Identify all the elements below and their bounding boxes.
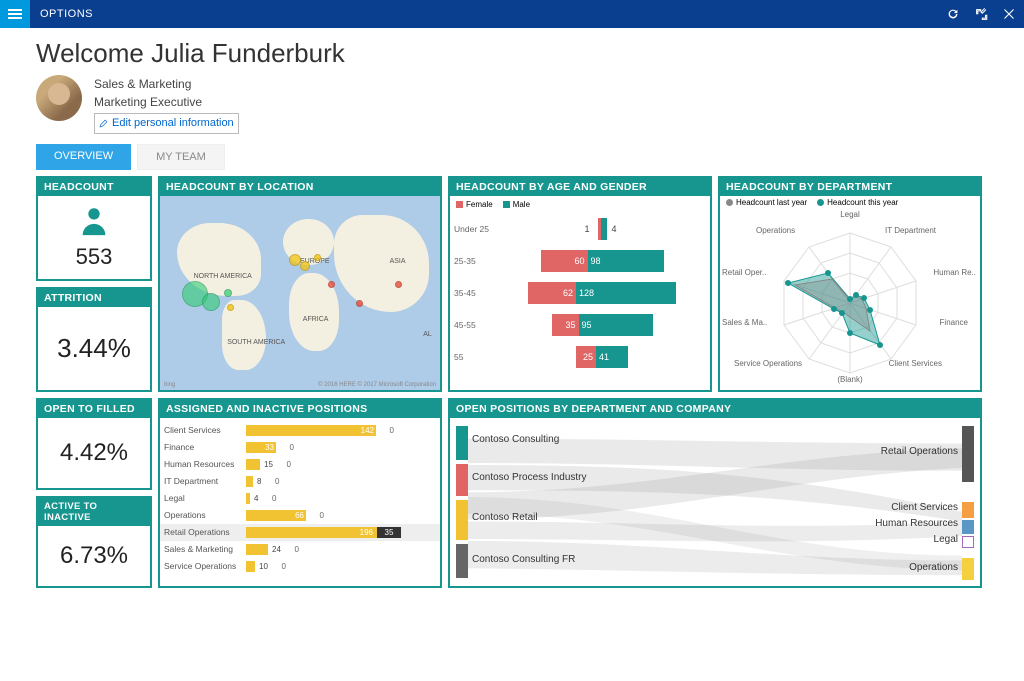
card-title: ACTIVE TO INACTIVE — [38, 498, 150, 526]
card-title: HEADCOUNT BY LOCATION — [160, 178, 440, 196]
legend-male: Male — [513, 200, 530, 209]
avatar[interactable] — [36, 75, 82, 121]
edit-personal-info-link[interactable]: Edit personal information — [94, 113, 239, 134]
sankey-chart: Contoso Consulting Contoso Process Indus… — [456, 424, 974, 580]
headcount-value: 553 — [76, 244, 113, 270]
card-title: HEADCOUNT BY AGE AND GENDER — [450, 178, 710, 196]
card-title: HEADCOUNT — [38, 178, 150, 196]
map-bubble[interactable] — [224, 289, 232, 297]
sankey-target[interactable] — [962, 426, 974, 482]
assigned-positions-chart: Client Services1420 Finance330 Human Res… — [160, 418, 440, 586]
map-bubble[interactable] — [289, 254, 301, 266]
radar-chart: Legal IT Department Human Re.. Finance C… — [720, 196, 980, 390]
open-to-filled-value: 4.42% — [60, 439, 128, 467]
map-provider: bing — [164, 382, 175, 388]
card-title: ASSIGNED AND INACTIVE POSITIONS — [160, 400, 440, 418]
sankey-source[interactable] — [456, 544, 468, 578]
map-label: ASIA — [390, 258, 406, 265]
options-label: OPTIONS — [40, 8, 93, 20]
sankey-target[interactable] — [962, 502, 974, 518]
profile-dept: Sales & Marketing — [94, 75, 239, 93]
person-icon — [77, 204, 111, 238]
legend-female: Female — [466, 200, 493, 209]
active-to-inactive-value: 6.73% — [60, 542, 128, 570]
pencil-icon — [99, 119, 108, 128]
card-title: HEADCOUNT BY DEPARTMENT — [720, 178, 980, 196]
title-bar: OPTIONS — [0, 0, 1024, 28]
card-active-to-inactive[interactable]: ACTIVE TO INACTIVE 6.73% — [36, 496, 152, 588]
card-assigned-inactive-positions[interactable]: ASSIGNED AND INACTIVE POSITIONS Client S… — [158, 398, 442, 588]
card-title: ATTRITION — [38, 289, 150, 307]
map-label: NORTH AMERICA — [194, 273, 252, 280]
world-map[interactable]: NORTH AMERICA SOUTH AMERICA EUROPE AFRIC… — [160, 196, 440, 390]
card-headcount[interactable]: HEADCOUNT 553 — [36, 176, 152, 281]
welcome-heading: Welcome Julia Funderburk — [36, 38, 1004, 69]
map-bubble[interactable] — [300, 261, 310, 271]
refresh-icon[interactable] — [946, 7, 960, 21]
profile-role: Marketing Executive — [94, 93, 239, 111]
card-open-to-filled[interactable]: OPEN TO FILLED 4.42% — [36, 398, 152, 490]
tab-my-team[interactable]: MY TEAM — [137, 144, 225, 170]
card-headcount-by-age-gender[interactable]: HEADCOUNT BY AGE AND GENDER Female Male … — [448, 176, 712, 392]
close-icon[interactable] — [1002, 7, 1016, 21]
map-label: AFRICA — [303, 316, 329, 323]
attrition-value: 3.44% — [57, 333, 131, 364]
sankey-target[interactable] — [962, 520, 974, 534]
card-headcount-by-department[interactable]: HEADCOUNT BY DEPARTMENT Headcount last y… — [718, 176, 982, 392]
sankey-target[interactable] — [962, 558, 974, 580]
sankey-target[interactable] — [962, 536, 974, 548]
map-bubble[interactable] — [356, 300, 363, 307]
sankey-source[interactable] — [456, 464, 468, 496]
card-headcount-by-location[interactable]: HEADCOUNT BY LOCATION NORTH AMERICA SOUT… — [158, 176, 442, 392]
sankey-source[interactable] — [456, 500, 468, 540]
map-bubble[interactable] — [314, 254, 321, 261]
map-label: SOUTH AMERICA — [227, 339, 285, 346]
card-title: OPEN TO FILLED — [38, 400, 150, 418]
age-gender-chart: Under 2514 25-356098 35-4562128 45-55359… — [450, 213, 710, 373]
map-bubble[interactable] — [395, 281, 402, 288]
map-bubble[interactable] — [328, 281, 335, 288]
map-label: AL — [423, 331, 432, 338]
sankey-source[interactable] — [456, 426, 468, 460]
card-title: OPEN POSITIONS BY DEPARTMENT AND COMPANY — [450, 400, 980, 418]
tab-overview[interactable]: OVERVIEW — [36, 144, 131, 170]
map-bubble[interactable] — [202, 293, 220, 311]
card-attrition[interactable]: ATTRITION 3.44% — [36, 287, 152, 392]
expand-icon[interactable] — [974, 7, 988, 21]
card-open-positions-by-dept-company[interactable]: OPEN POSITIONS BY DEPARTMENT AND COMPANY… — [448, 398, 982, 588]
map-copyright: © 2016 HERE © 2017 Microsoft Corporation — [318, 382, 436, 388]
hamburger-menu[interactable] — [0, 0, 30, 28]
